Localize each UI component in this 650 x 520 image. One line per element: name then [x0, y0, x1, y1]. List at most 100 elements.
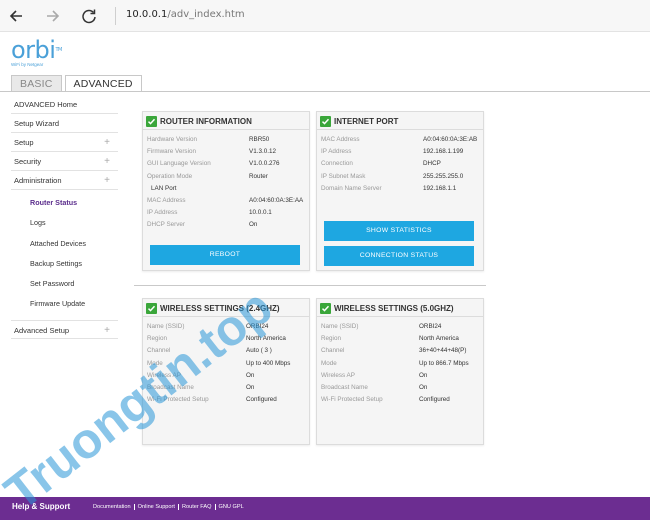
sidebar-item-advanced-home[interactable]: ADVANCED Home — [11, 95, 118, 114]
info-label: Domain Name Server — [321, 184, 382, 192]
info-label: Connection — [321, 160, 353, 168]
info-value: 255.255.255.0 — [423, 172, 464, 180]
info-label: Broadcast Name — [321, 383, 368, 391]
help-support-footer: Help & Support Documentation Online Supp… — [0, 497, 650, 520]
info-label: IP Address — [321, 148, 352, 156]
browser-toolbar: 10.0.0.1/adv_index.htm — [0, 0, 650, 32]
info-label: Operation Mode — [147, 172, 193, 180]
info-value: Router — [249, 172, 268, 180]
info-row: DHCP Server On — [147, 219, 306, 231]
panel-title-text: WIRELESS SETTINGS (2.4GHZ) — [160, 303, 280, 313]
info-value: V1.0.0.276 — [249, 160, 280, 168]
sidebar-item-label: Setup — [14, 138, 34, 147]
info-row: Channel 36+40+44+48(P) — [321, 345, 480, 357]
router-info-rows: Hardware Version RBR50 Firmware Version V1.… — [147, 134, 306, 232]
sidebar-item-label: ADVANCED Home — [14, 100, 78, 109]
tab-advanced[interactable]: ADVANCED — [64, 75, 142, 92]
footer-links: Documentation Online Support Router FAQ … — [90, 504, 247, 510]
sidebar-sub-logs[interactable]: Logs — [11, 213, 118, 233]
info-label: IP Subnet Mask — [321, 172, 366, 180]
expand-plus-icon[interactable]: + — [104, 321, 110, 340]
refresh-button[interactable] — [77, 4, 101, 28]
sidebar-item-setup-wizard[interactable]: Setup Wizard — [11, 114, 118, 133]
info-row: MAC Address A0:04:60:0A:3E:AA — [147, 195, 306, 207]
panel-title: ROUTER INFORMATION — [146, 115, 252, 127]
wireless-50ghz-panel: WIRELESS SETTINGS (5.0GHZ) Name (SSID) OR… — [316, 298, 484, 445]
expand-plus-icon[interactable]: + — [104, 152, 110, 171]
panel-title: WIRELESS SETTINGS (5.0GHZ) — [320, 302, 454, 314]
info-value: On — [246, 371, 255, 379]
info-row: Wireless AP On — [321, 370, 480, 382]
panel-title: WIRELESS SETTINGS (2.4GHZ) — [146, 302, 280, 314]
info-label: LAN Port — [151, 184, 177, 192]
info-row: Region North America — [321, 333, 480, 345]
check-icon — [146, 115, 157, 127]
internet-port-panel: INTERNET PORT MAC Address A0:04:60:0A:3E:… — [316, 111, 484, 271]
wireless-50-rows: Name (SSID) ORBI24 Region North America Chan… — [321, 321, 480, 406]
sidebar-item-advanced-setup[interactable]: Advanced Setup + — [11, 319, 118, 340]
help-support-label[interactable]: Help & Support — [12, 502, 70, 511]
check-icon — [146, 302, 157, 314]
info-row: Name (SSID) ORBI24 — [147, 321, 306, 333]
url-host: 10.0.0.1 — [126, 9, 168, 20]
info-label: Mode — [321, 359, 337, 367]
forward-arrow-icon — [47, 10, 60, 22]
info-row: Channel Auto ( 3 ) — [147, 345, 306, 357]
info-label: Channel — [321, 347, 345, 355]
panel-title-divider — [143, 316, 309, 317]
forward-button[interactable] — [41, 4, 65, 28]
sidebar-sub-backup-settings[interactable]: Backup Settings — [11, 254, 118, 274]
info-label: MAC Address — [321, 136, 360, 143]
back-arrow-icon — [9, 10, 22, 22]
info-value: 36+40+44+48(P) — [419, 347, 467, 355]
sidebar-sub-attached-devices[interactable]: Attached Devices — [11, 234, 118, 254]
tab-basic[interactable]: BASIC — [11, 75, 62, 92]
info-value: Up to 866.7 Mbps — [419, 359, 469, 367]
expand-plus-icon[interactable]: + — [104, 171, 110, 190]
footer-link-router-faq[interactable]: Router FAQ — [179, 504, 216, 510]
sidebar-sub-firmware-update[interactable]: Firmware Update — [11, 294, 118, 314]
footer-link-gnu-gpl[interactable]: GNU GPL — [216, 504, 247, 510]
info-label: Hardware Version — [147, 136, 198, 143]
connection-status-button[interactable]: CONNECTION STATUS — [324, 246, 474, 266]
info-row: IP Address 192.168.1.199 — [321, 146, 480, 158]
sidebar-sub-router-status[interactable]: Router Status — [11, 193, 118, 213]
show-statistics-button[interactable]: SHOW STATISTICS — [324, 221, 474, 241]
panel-title-divider — [143, 129, 309, 130]
info-label: Name (SSID) — [147, 323, 185, 330]
info-value: Configured — [419, 396, 450, 404]
info-row: Wi-Fi Protected Setup Configured — [147, 394, 306, 406]
sidebar-item-label: Setup Wizard — [14, 119, 60, 128]
info-row: IP Subnet Mask 255.255.255.0 — [321, 171, 480, 183]
panel-title-divider — [317, 129, 483, 130]
reboot-button[interactable]: REBOOT — [150, 245, 300, 265]
info-value: DHCP — [423, 160, 441, 168]
expand-plus-icon[interactable]: + — [104, 133, 110, 152]
wireless-24-rows: Name (SSID) ORBI24 Region North America Chan… — [147, 321, 306, 406]
logo-wordmark: orbi — [11, 36, 56, 64]
info-label: Channel — [147, 347, 171, 355]
refresh-icon — [82, 9, 96, 24]
address-bar[interactable]: 10.0.0.1/adv_index.htm — [126, 9, 245, 20]
back-button[interactable] — [4, 4, 28, 28]
info-row: Mode Up to 400 Mbps — [147, 358, 306, 370]
info-value: 192.168.1.1 — [423, 184, 457, 192]
sidebar-item-security[interactable]: Security + — [11, 152, 118, 171]
info-label: Wireless AP — [147, 371, 181, 379]
footer-link-online-support[interactable]: Online Support — [135, 504, 179, 510]
sidebar-nav: ADVANCED Home Setup Wizard Setup + Securi… — [11, 95, 118, 339]
footer-link-documentation[interactable]: Documentation — [90, 504, 135, 510]
orbi-logo[interactable]: orbiTM WiFi by Netgear — [11, 36, 62, 67]
panel-title-divider — [317, 316, 483, 317]
sidebar-item-setup[interactable]: Setup + — [11, 133, 118, 152]
info-row: Name (SSID) ORBI24 — [321, 321, 480, 333]
info-label: Wi-Fi Protected Setup — [147, 396, 209, 404]
info-label: Firmware Version — [147, 148, 196, 156]
url-path: /adv_index.htm — [167, 9, 245, 20]
sidebar-sub-set-password[interactable]: Set Password — [11, 274, 118, 294]
address-separator — [115, 7, 116, 25]
mode-tabs: BASIC ADVANCED — [11, 75, 142, 92]
info-row: Mode Up to 866.7 Mbps — [321, 358, 480, 370]
sidebar-item-administration[interactable]: Administration + — [11, 171, 118, 190]
check-icon — [320, 115, 331, 127]
